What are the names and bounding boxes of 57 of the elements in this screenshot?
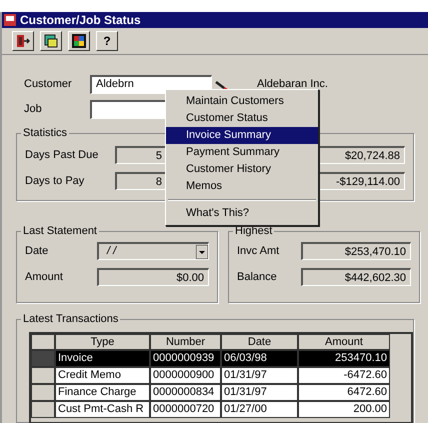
customer-field[interactable]: Aldebrn [90,75,212,94]
column-header[interactable]: Amount [298,334,390,350]
table-cell: 253470.10 [298,350,390,367]
table-cell: 0000000834 [150,384,221,401]
table-cell: 0000000900 [150,367,221,384]
menu-item[interactable]: Customer Status [166,110,318,127]
table-cell: Credit Memo [55,367,150,384]
value-field[interactable]: $253,470.10 [301,242,411,260]
field-label: Job [24,102,43,118]
table-row[interactable]: Credit Memo 0000000900 01/31/97 -6472.60 [31,367,390,384]
field-label: Invc Amt [237,244,280,259]
table-row[interactable]: Invoice 0000000939 06/03/98 253470.10 [31,350,390,367]
field-label: Balance [237,270,278,285]
table-cell: 200.00 [298,401,390,418]
help-button[interactable]: ? [96,31,118,51]
table-cell: -6472.60 [298,367,390,384]
value-field[interactable]: 8 [115,172,167,190]
row-selector[interactable] [31,367,55,384]
table-cell: 01/31/97 [221,367,298,384]
table-row[interactable]: Finance Charge 0000000834 01/31/97 6472.60 [31,384,390,401]
table-cell: Cust Pmt-Cash R [55,401,150,418]
field-label: Days Past Due [25,148,100,163]
row-selector[interactable] [31,384,55,401]
value-field[interactable]: 5 [115,146,167,164]
app-icon [4,14,16,26]
column-header[interactable]: Date [221,334,298,350]
window-title: Customer/Job Status [20,13,141,27]
row-selector[interactable] [31,401,55,418]
toolbar-button[interactable] [40,31,62,51]
column-header[interactable]: Number [150,334,221,350]
column-header[interactable]: Type [55,334,150,350]
door-icon [16,34,30,48]
window-icon [44,34,58,48]
field-label: Days to Pay [25,174,86,189]
table-cell: 01/31/97 [221,384,298,401]
field-label: Amount [25,270,64,285]
table-cell: Finance Charge [55,384,150,401]
table-cell: 06/03/98 [221,350,298,367]
date-dropdown[interactable]: / / [97,242,209,260]
dropdown-arrow-icon[interactable] [196,244,208,258]
menu-item[interactable]: Maintain Customers [166,93,318,110]
toolbar-button[interactable] [12,31,34,51]
table-cell: 0000000720 [150,401,221,418]
value-field[interactable]: $442,602.30 [301,268,411,286]
field-label: Date [25,244,50,259]
toolbar-button[interactable] [68,31,90,51]
menu-item[interactable]: Invoice Summary [166,127,318,144]
field-label: Customer [24,77,73,92]
date-value: / / [107,244,116,260]
table-cell: 01/27/00 [221,401,298,418]
table-cell: Invoice [55,350,150,367]
table-row[interactable]: Cust Pmt-Cash R 0000000720 01/27/00 200.00 [31,401,390,418]
table-cell: 6472.60 [298,384,390,401]
value-field[interactable]: $0.00 [97,268,209,286]
table-cell: 0000000939 [150,350,221,367]
menu-item[interactable]: What's This? [166,205,318,222]
palette-icon [72,34,86,48]
